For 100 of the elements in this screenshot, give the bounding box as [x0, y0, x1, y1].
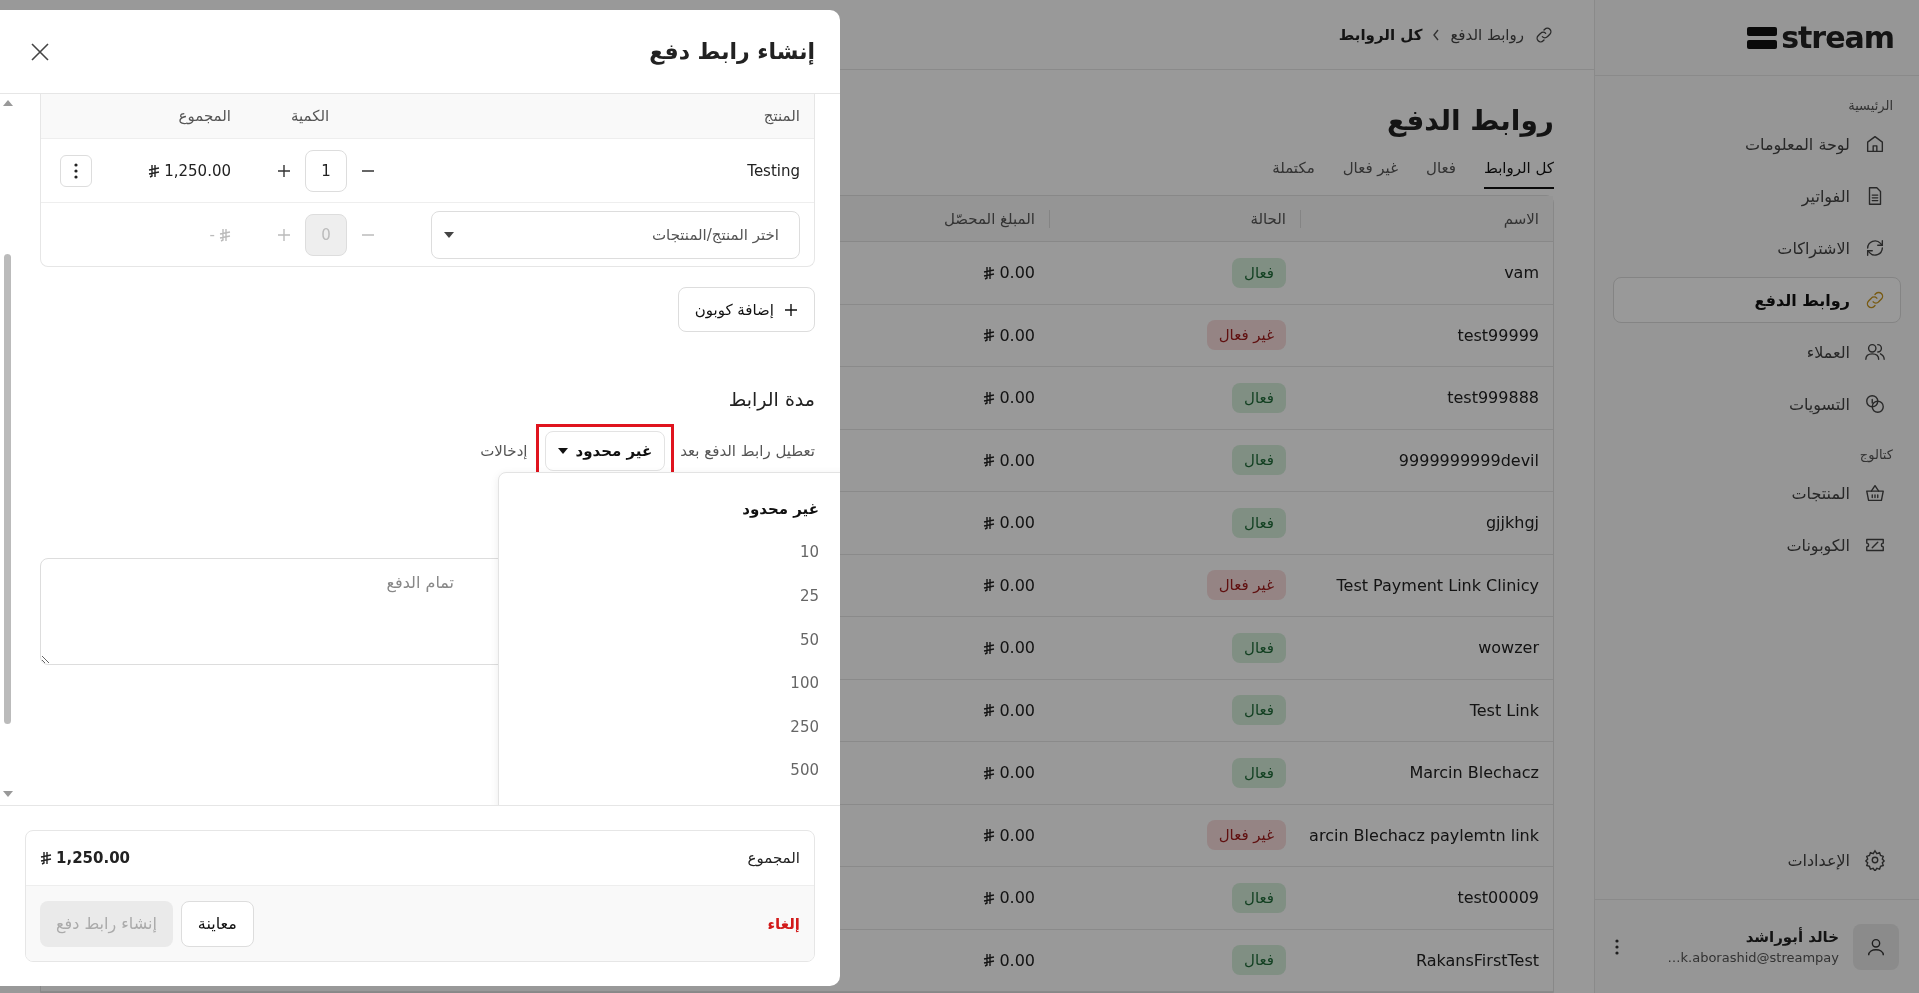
more-icon[interactable]	[1615, 938, 1619, 955]
table-cell: 0.00	[999, 450, 1035, 470]
column-header: المجموع	[177, 107, 231, 125]
status-badge: فعال	[1232, 445, 1286, 476]
table-cell: 1,250.00	[164, 161, 231, 180]
table-cell: 0.00	[999, 638, 1035, 658]
stream-logo[interactable]: stream	[1747, 20, 1894, 55]
duration-label: تعطيل رابط الدفع بعد	[680, 442, 815, 460]
tab[interactable]: غير فعال	[1342, 159, 1398, 189]
table-cell-text: test99999	[1456, 325, 1540, 345]
coins-icon	[1864, 393, 1886, 415]
table-cell: 0.00	[999, 388, 1035, 408]
table-cell-text: test00009	[1456, 888, 1540, 908]
table-cell: 0.00	[999, 888, 1035, 908]
home-icon	[1864, 133, 1886, 155]
link-icon	[1534, 24, 1554, 45]
plus-icon	[784, 302, 798, 317]
cancel-link[interactable]: إلغاء	[767, 914, 800, 933]
product-select[interactable]: اختر المنتج/المنتجات	[431, 210, 800, 259]
table-cell: 0.00	[999, 763, 1035, 783]
section-heading: مدة الرابط	[727, 388, 815, 410]
tab[interactable]: كل الروابط	[1483, 159, 1554, 189]
basket-icon	[1864, 482, 1886, 504]
more-button[interactable]	[60, 154, 92, 187]
sidebar-item[interactable]: لوحة المعلومات	[1613, 121, 1901, 167]
table-cell-text: RakansFirstTest	[1415, 950, 1540, 970]
table-cell-text: vam	[1503, 263, 1540, 283]
riyal-icon	[983, 640, 996, 655]
status-badge: فعال	[1232, 945, 1286, 976]
dropdown-option[interactable]: 250	[499, 704, 840, 749]
riyal-icon	[983, 953, 996, 968]
caret-icon	[444, 231, 454, 238]
settings-icon	[1864, 849, 1886, 871]
total-amount: 1,250.00	[56, 849, 131, 867]
riyal-icon	[983, 828, 996, 843]
table-cell: 0.00	[999, 263, 1035, 283]
status-badge: غير فعال	[1206, 570, 1286, 601]
riyal-icon	[983, 328, 996, 343]
table-cell-text: wowzer	[1477, 638, 1540, 658]
caret-icon	[557, 448, 568, 454]
riyal-icon	[983, 890, 996, 905]
add-coupon-button[interactable]: إضافة كوبون	[677, 287, 815, 332]
sidebar-item[interactable]: الكوبونات	[1613, 522, 1901, 568]
close-icon[interactable]	[30, 41, 50, 62]
sidebar-item[interactable]: روابط الدفع	[1613, 277, 1901, 323]
table-cell-text: arcin Blechacz paylemtn link	[1308, 825, 1540, 845]
sidebar-item[interactable]: التسويات	[1613, 381, 1901, 427]
refresh-icon	[1864, 237, 1886, 259]
table-cell: 0.00	[999, 950, 1035, 970]
total-label: المجموع	[747, 849, 800, 867]
sidebar-item[interactable]: الفواتير	[1613, 173, 1901, 219]
plus-icon[interactable]	[277, 163, 291, 178]
riyal-icon	[983, 453, 996, 468]
riyal-icon	[983, 515, 996, 530]
dropdown-option[interactable]: غير محدود	[499, 487, 840, 531]
table-cell: 0.00	[999, 700, 1035, 720]
tab[interactable]: مكتملة	[1272, 159, 1315, 189]
table-cell: 0.00	[999, 575, 1035, 595]
column-header: الحالة	[1049, 209, 1300, 228]
status-badge: غير فعال	[1206, 820, 1286, 851]
riyal-icon	[219, 227, 231, 242]
status-badge: فعال	[1232, 757, 1286, 788]
user-email: k.aborashid@streampay…	[1666, 950, 1839, 965]
dropdown-option[interactable]: 500	[499, 748, 840, 793]
scroll-up-icon[interactable]	[3, 100, 13, 106]
scroll-down-icon[interactable]	[3, 791, 13, 797]
status-badge: فعال	[1232, 257, 1286, 288]
column-header: المنتج	[762, 107, 801, 125]
section-heading: كتالوج	[1858, 447, 1894, 465]
page-title: روابط الدفع	[1386, 104, 1554, 137]
section-heading: الرئيسية	[1847, 98, 1894, 115]
table-cell-text: Test Link	[1468, 700, 1540, 720]
link-icon	[1864, 289, 1886, 311]
avatar[interactable]	[1853, 923, 1899, 970]
breadcrumb-link[interactable]: روابط الدفع	[1450, 25, 1524, 44]
table-cell-text: test999888	[1446, 388, 1540, 408]
riyal-icon	[983, 265, 996, 280]
settings-item[interactable]: الإعدادات	[1613, 837, 1901, 883]
tab[interactable]: فعال	[1426, 159, 1456, 189]
user-name: خالد أبوراشد	[1744, 928, 1839, 946]
status-badge: فعال	[1232, 382, 1286, 413]
column-header: الاسم	[1300, 209, 1553, 228]
status-badge: فعال	[1232, 507, 1286, 538]
table-cell: 0.00	[999, 325, 1035, 345]
sidebar-item[interactable]: المنتجات	[1613, 470, 1901, 516]
table-cell-text: Test Payment Link Clinicy	[1335, 575, 1540, 595]
table-cell: 0.00	[999, 513, 1035, 533]
riyal-icon	[983, 390, 996, 405]
limit-select[interactable]: غير محدود	[544, 431, 666, 471]
breadcrumb-current: كل الروابط	[1338, 25, 1423, 44]
table-cell-text: 9999999999devil	[1397, 450, 1540, 470]
quantity-field[interactable]: 1	[305, 149, 347, 192]
sidebar-item[interactable]: الاشتراكات	[1613, 225, 1901, 271]
table-cell-text: Marcin Blechacz	[1408, 763, 1540, 783]
preview-button[interactable]: معاينة	[180, 900, 254, 947]
users-icon	[1864, 341, 1886, 363]
column-header: الكمية	[290, 107, 331, 125]
riyal-icon	[983, 765, 996, 780]
sidebar-item[interactable]: العملاء	[1613, 329, 1901, 375]
status-badge: فعال	[1232, 695, 1286, 726]
